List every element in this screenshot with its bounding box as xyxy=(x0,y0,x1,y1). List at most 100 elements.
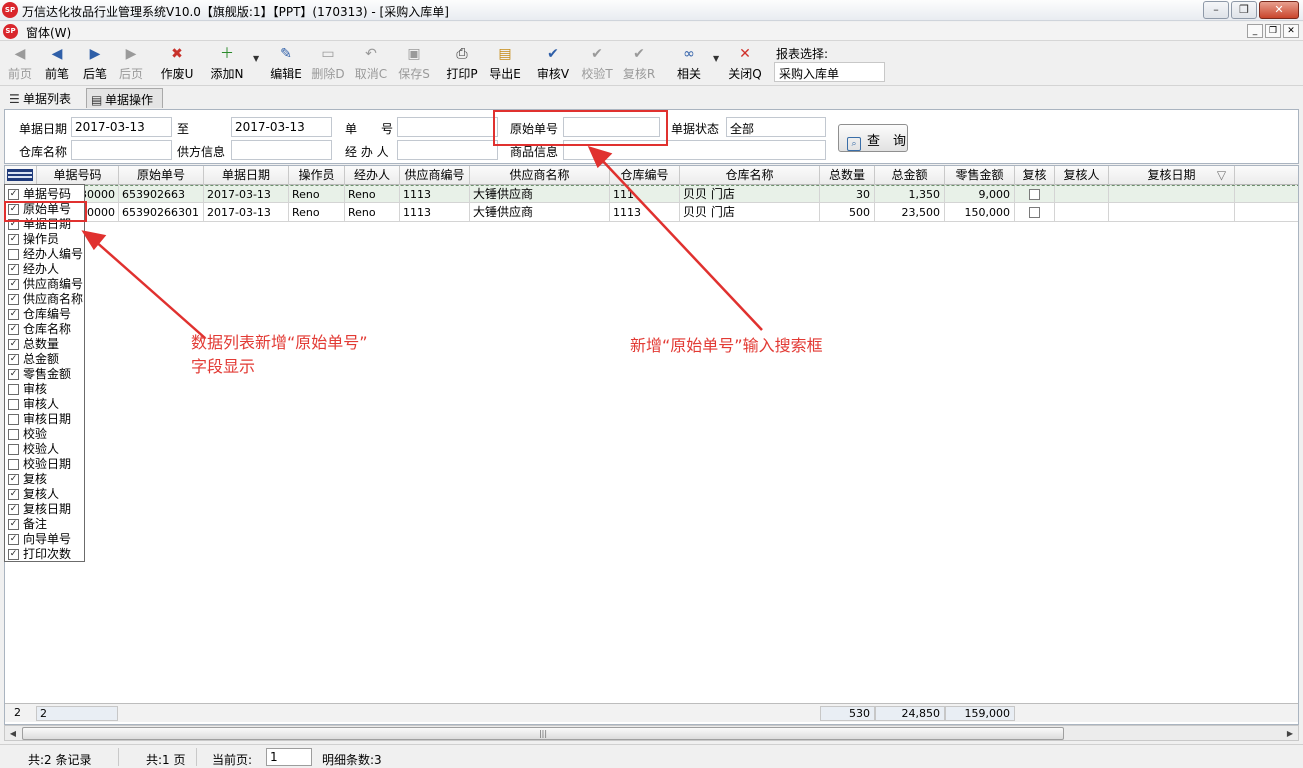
prev-record-button[interactable]: ◀ 前笔 xyxy=(41,45,73,85)
column-chooser-item[interactable]: 校验人 xyxy=(5,442,85,457)
handler-input[interactable] xyxy=(397,140,498,160)
column-checkbox[interactable] xyxy=(8,429,19,440)
column-chooser-item[interactable]: 经办人编号 xyxy=(5,247,85,262)
related-dropdown-icon[interactable]: ▼ xyxy=(713,54,719,63)
col-header-amount[interactable]: 总金额 xyxy=(875,166,945,185)
minimize-icon[interactable]: – xyxy=(1203,1,1229,19)
add-button[interactable]: ＋添加N xyxy=(208,45,246,85)
edit-button[interactable]: ✎ 编辑E xyxy=(268,45,304,85)
col-header-supplier-code[interactable]: 供应商编号 xyxy=(400,166,470,185)
column-chooser-item[interactable]: 审核人 xyxy=(5,397,85,412)
doc-no-input[interactable] xyxy=(397,117,498,137)
column-chooser-item[interactable]: ✓ 总数量 xyxy=(5,337,85,352)
column-chooser-item[interactable]: ✓ 供应商编号 xyxy=(5,277,85,292)
column-chooser-item[interactable]: ✓ 单据号码 xyxy=(5,187,85,202)
col-header-operator[interactable]: 操作员 xyxy=(289,166,345,185)
supplier-input[interactable] xyxy=(231,140,332,160)
column-checkbox[interactable]: ✓ xyxy=(8,519,19,530)
column-chooser-item[interactable]: ✓ 复核人 xyxy=(5,487,85,502)
column-chooser-item[interactable]: ✓ 操作员 xyxy=(5,232,85,247)
menu-window[interactable]: 窗体(W) xyxy=(26,24,71,41)
tab-doc-operation[interactable]: ▤ 单据操作 xyxy=(86,88,163,108)
col-header-supplier-name[interactable]: 供应商名称 xyxy=(470,166,610,185)
column-checkbox[interactable]: ✓ xyxy=(8,534,19,545)
print-button[interactable]: ⎙ 打印P xyxy=(444,45,480,85)
column-chooser-item[interactable]: ✓ 零售金额 xyxy=(5,367,85,382)
mdi-restore-icon[interactable]: ❐ xyxy=(1265,24,1281,38)
scroll-thumb[interactable]: ||| xyxy=(22,727,1064,740)
column-checkbox[interactable]: ✓ xyxy=(8,504,19,515)
tab-doc-list[interactable]: ☰ 单据列表 xyxy=(5,88,83,108)
column-checkbox[interactable]: ✓ xyxy=(8,234,19,245)
delete-button[interactable]: ▭ 删除D xyxy=(310,45,346,85)
horizontal-scrollbar[interactable]: ◀ ||| ▶ xyxy=(4,725,1299,741)
column-checkbox[interactable] xyxy=(8,249,19,260)
column-checkbox[interactable]: ✓ xyxy=(8,309,19,320)
recheck-checkbox[interactable] xyxy=(1029,189,1040,200)
column-checkbox[interactable] xyxy=(8,414,19,425)
add-dropdown-icon[interactable]: ▼ xyxy=(253,54,259,63)
column-chooser-item[interactable]: ✓ 总金额 xyxy=(5,352,85,367)
column-checkbox[interactable]: ✓ xyxy=(8,354,19,365)
date-to-input[interactable]: 2017-03-13 xyxy=(231,117,332,137)
column-checkbox[interactable]: ✓ xyxy=(8,324,19,335)
mdi-close-icon[interactable]: ✕ xyxy=(1283,24,1299,38)
scroll-left-icon[interactable]: ◀ xyxy=(6,727,20,740)
col-header-doc-no[interactable]: 单据号码 xyxy=(37,166,119,185)
column-chooser-item[interactable]: ✓ 复核 xyxy=(5,472,85,487)
column-chooser-button[interactable] xyxy=(5,166,37,185)
column-chooser-item[interactable]: ✓ 向导单号 xyxy=(5,532,85,547)
mdi-minimize-icon[interactable]: _ xyxy=(1247,24,1263,38)
column-checkbox[interactable] xyxy=(8,384,19,395)
recheck-button[interactable]: ✔ 复核R xyxy=(621,45,657,85)
column-chooser-item[interactable]: ✓ 经办人 xyxy=(5,262,85,277)
column-chooser-item[interactable]: 审核 xyxy=(5,382,85,397)
last-page-button[interactable]: ▶ 后页 xyxy=(115,45,147,85)
void-button[interactable]: ✖ 作废U xyxy=(158,45,196,85)
save-button[interactable]: ▣ 保存S xyxy=(396,45,432,85)
column-checkbox[interactable]: ✓ xyxy=(8,189,19,200)
column-chooser-item[interactable]: 审核日期 xyxy=(5,412,85,427)
date-from-input[interactable]: 2017-03-13 xyxy=(71,117,172,137)
column-checkbox[interactable]: ✓ xyxy=(8,294,19,305)
col-header-orig-no[interactable]: 原始单号 xyxy=(119,166,204,185)
restore-icon[interactable]: ❐ xyxy=(1231,1,1257,19)
column-checkbox[interactable]: ✓ xyxy=(8,549,19,560)
verify-button[interactable]: ✔ 校验T xyxy=(579,45,615,85)
next-record-button[interactable]: ▶ 后笔 xyxy=(79,45,111,85)
cancel-button[interactable]: ↶ 取消C xyxy=(353,45,389,85)
column-checkbox[interactable] xyxy=(8,444,19,455)
column-chooser-item[interactable]: ✓ 备注 xyxy=(5,517,85,532)
column-checkbox[interactable]: ✓ xyxy=(8,369,19,380)
col-header-rechecker[interactable]: 复核人 xyxy=(1055,166,1109,185)
col-header-date[interactable]: 单据日期 xyxy=(204,166,289,185)
related-button[interactable]: ∞ 相关 xyxy=(672,45,706,85)
column-checkbox[interactable] xyxy=(8,459,19,470)
col-header-retail[interactable]: 零售金额 xyxy=(945,166,1015,185)
table-row[interactable]: 130000 653902663 2017-03-13 Reno Reno 11… xyxy=(5,185,1298,204)
recheck-checkbox[interactable] xyxy=(1029,207,1040,218)
column-checkbox[interactable]: ✓ xyxy=(8,264,19,275)
close-window-icon[interactable]: ✕ xyxy=(1259,1,1299,19)
col-header-wh-name[interactable]: 仓库名称 xyxy=(680,166,820,185)
current-page-input[interactable]: 1 xyxy=(266,748,312,766)
column-chooser-item[interactable]: ✓ 打印次数 xyxy=(5,547,85,562)
column-chooser-item[interactable]: ✓ 供应商名称 xyxy=(5,292,85,307)
column-checkbox[interactable]: ✓ xyxy=(8,279,19,290)
column-chooser-item[interactable]: ✓ 仓库编号 xyxy=(5,307,85,322)
column-chooser-item[interactable]: ✓ 仓库名称 xyxy=(5,322,85,337)
approve-button[interactable]: ✔ 审核V xyxy=(535,45,571,85)
scroll-right-icon[interactable]: ▶ xyxy=(1283,727,1297,740)
col-header-handler[interactable]: 经办人 xyxy=(345,166,400,185)
report-select[interactable]: 采购入库单 xyxy=(774,62,885,82)
column-checkbox[interactable]: ✓ xyxy=(8,489,19,500)
table-row[interactable]: 30000 65390266301 2017-03-13 Reno Reno 1… xyxy=(5,204,1298,222)
query-button[interactable]: ⌕ 查 询 xyxy=(838,124,908,152)
close-button[interactable]: ✕ 关闭Q xyxy=(727,45,763,85)
column-chooser-item[interactable]: 校验日期 xyxy=(5,457,85,472)
column-chooser-item[interactable]: ✓ 复核日期 xyxy=(5,502,85,517)
status-select[interactable]: 全部 xyxy=(726,117,826,137)
column-checkbox[interactable]: ✓ xyxy=(8,339,19,350)
export-button[interactable]: ▤ 导出E xyxy=(487,45,523,85)
column-chooser-item[interactable]: 校验 xyxy=(5,427,85,442)
